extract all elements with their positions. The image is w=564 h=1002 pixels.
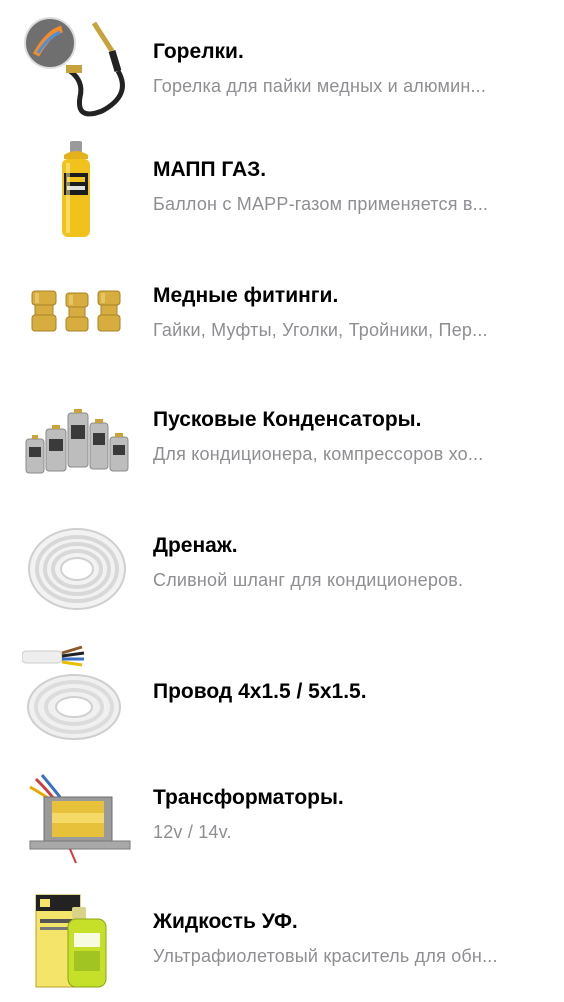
item-subtitle: Сливной шланг для кондиционеров. (153, 570, 464, 590)
list-item[interactable]: Горелки. Горелка для пайки медных и алюм… (0, 8, 564, 132)
list-item[interactable]: Медные фитинги. Гайки, Муфты, Уголки, Тр… (0, 252, 564, 376)
list-item[interactable]: МАПП ГАЗ. Баллон с MAPP-газом применяетс… (0, 126, 564, 250)
product-list: Горелки. Горелка для пайки медных и алюм… (0, 0, 564, 999)
item-subtitle: Для кондиционера, компрессоров хо... (153, 444, 484, 464)
list-item[interactable]: Провод 4x1.5 / 5x1.5. (0, 628, 564, 752)
item-title: Жидкость УФ. (153, 910, 298, 933)
item-title: МАПП ГАЗ. (153, 158, 267, 181)
cable-coil-icon (22, 635, 132, 745)
item-title: Медные фитинги. (153, 284, 339, 307)
item-subtitle: Ультрафиолетовый краситель для обн... (153, 946, 498, 966)
list-item[interactable]: Дренаж. Сливной шланг для кондиционеров. (0, 502, 564, 626)
uv-dye-bottle-icon (22, 885, 132, 995)
item-title: Дренаж. (153, 534, 238, 557)
gas-cylinder-icon (22, 133, 132, 243)
item-title: Трансформаторы. (153, 786, 344, 809)
list-item[interactable]: Пусковые Конденсаторы. Для кондиционера,… (0, 376, 564, 500)
item-title: Пусковые Конденсаторы. (153, 408, 422, 431)
item-title: Горелки. (153, 40, 244, 63)
item-title: Провод 4x1.5 / 5x1.5. (153, 680, 367, 703)
torch-icon (22, 15, 132, 125)
drain-hose-icon (22, 509, 132, 619)
capacitors-icon (22, 383, 132, 493)
list-item[interactable]: Жидкость УФ. Ультрафиолетовый краситель … (0, 878, 564, 1002)
item-subtitle: Баллон с MAPP-газом применяется в... (153, 194, 489, 214)
brass-fittings-icon (22, 259, 132, 369)
item-subtitle: Горелка для пайки медных и алюмин... (153, 76, 487, 96)
item-subtitle: 12v / 14v. (153, 822, 232, 842)
transformer-icon (22, 761, 132, 871)
item-subtitle: Гайки, Муфты, Уголки, Тройники, Пер... (153, 320, 488, 340)
list-item[interactable]: Трансформаторы. 12v / 14v. (0, 754, 564, 878)
